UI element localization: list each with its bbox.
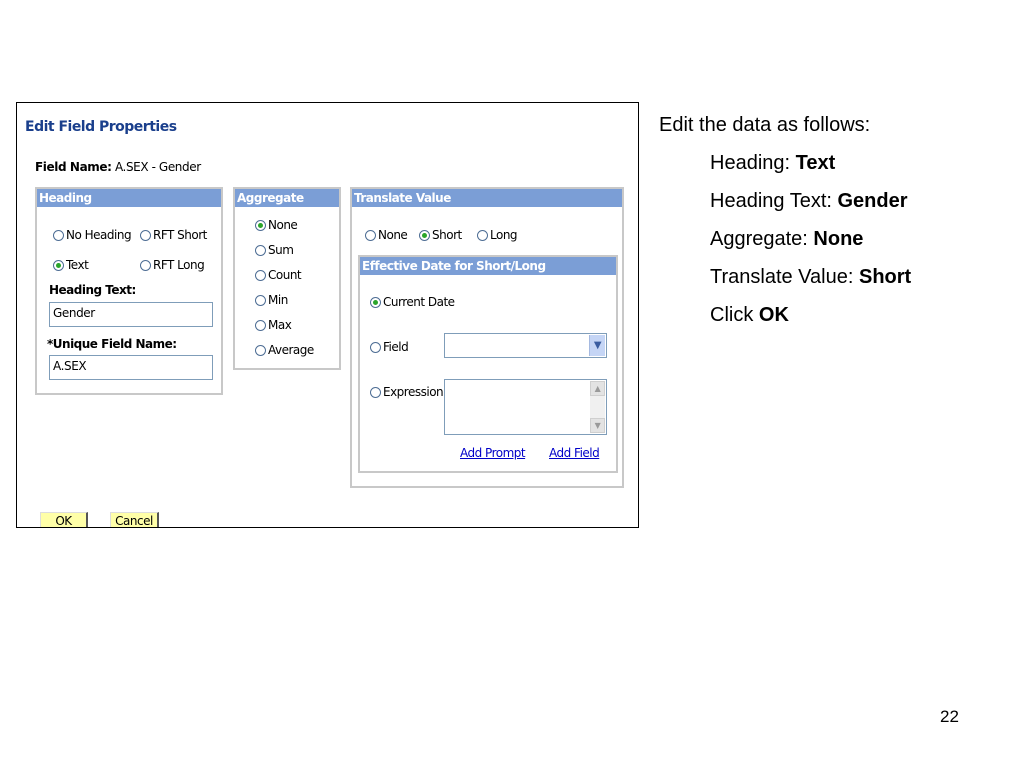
field-name-label: Field Name: [35, 160, 112, 174]
instructions-intro: Edit the data as follows: [659, 114, 871, 136]
expression-textarea[interactable]: ▲ ▼ [444, 379, 607, 435]
aggregate-option-count[interactable]: Count [255, 268, 302, 282]
radio-icon[interactable] [53, 230, 64, 241]
expression-scrollbar[interactable]: ▲ ▼ [590, 381, 605, 433]
add-prompt-link[interactable]: Add Prompt [460, 446, 526, 460]
field-select[interactable]: ▼ [444, 333, 607, 358]
translate-option-long[interactable]: Long [477, 228, 518, 242]
option-label: None [268, 218, 298, 232]
option-label: Long [490, 228, 518, 242]
option-label: No Heading [66, 228, 132, 242]
instruction-aggregate: Aggregate: None [710, 228, 863, 251]
instruction-click-ok: Click OK [710, 304, 789, 327]
effective-option-expression[interactable]: Expression [370, 385, 444, 399]
dialog-title: Edit Field Properties [25, 119, 177, 135]
option-label: Sum [268, 243, 294, 257]
aggregate-option-min[interactable]: Min [255, 293, 288, 307]
heading-text-label: Heading Text: [49, 283, 136, 297]
instruction-value: Gender [837, 190, 908, 212]
instruction-value: Short [858, 266, 912, 288]
instruction-label: Click [710, 304, 754, 326]
aggregate-group-title: Aggregate [235, 189, 339, 207]
instruction-label: Heading Text: [710, 190, 832, 212]
radio-icon[interactable] [140, 260, 151, 271]
option-label: Expression [383, 385, 444, 399]
radio-icon[interactable] [370, 387, 381, 398]
unique-field-input[interactable]: A.SEX [49, 355, 213, 380]
heading-option-no-heading[interactable]: No Heading [53, 228, 132, 242]
translate-value-group: Translate Value None Short Long Effectiv… [350, 187, 624, 488]
option-label: Short [432, 228, 462, 242]
radio-icon[interactable] [477, 230, 488, 241]
scroll-down-icon[interactable]: ▼ [590, 418, 605, 433]
radio-icon[interactable] [255, 245, 266, 256]
radio-icon[interactable] [140, 230, 151, 241]
dialog-screenshot: Edit Field Properties Field Name: A.SEX … [16, 102, 639, 528]
aggregate-option-none[interactable]: None [255, 218, 298, 232]
aggregate-group: Aggregate None Sum Count Min Max Average [233, 187, 341, 370]
instruction-value: OK [758, 304, 789, 326]
option-label: Min [268, 293, 288, 307]
instruction-heading: Heading: Text [710, 152, 835, 175]
heading-group: Heading No Heading RFT Short Text RFT Lo… [35, 187, 223, 395]
instruction-label: Heading: [710, 152, 791, 174]
instruction-value: Text [795, 152, 836, 174]
radio-selected-icon[interactable] [419, 230, 430, 241]
aggregate-option-average[interactable]: Average [255, 343, 314, 357]
scroll-up-icon[interactable]: ▲ [590, 381, 605, 396]
field-name: Field Name: A.SEX - Gender [35, 160, 201, 174]
option-label: Field [383, 340, 409, 354]
ok-button[interactable]: OK [40, 512, 88, 527]
heading-text-input[interactable]: Gender [49, 302, 213, 327]
radio-icon[interactable] [255, 295, 266, 306]
heading-option-rft-short[interactable]: RFT Short [140, 228, 207, 242]
option-label: Current Date [383, 295, 455, 309]
unique-field-label: *Unique Field Name: [47, 337, 177, 351]
radio-icon[interactable] [365, 230, 376, 241]
option-label: Count [268, 268, 302, 282]
option-label: Text [66, 258, 89, 272]
radio-selected-icon[interactable] [53, 260, 64, 271]
field-name-value: A.SEX - Gender [114, 160, 201, 174]
radio-selected-icon[interactable] [370, 297, 381, 308]
heading-option-text[interactable]: Text [53, 258, 89, 272]
effective-option-current-date[interactable]: Current Date [370, 295, 455, 309]
effective-date-group: Effective Date for Short/Long Current Da… [358, 255, 618, 473]
radio-selected-icon[interactable] [255, 220, 266, 231]
radio-icon[interactable] [255, 320, 266, 331]
add-field-link[interactable]: Add Field [549, 446, 600, 460]
instruction-value: None [813, 228, 864, 250]
option-label: None [378, 228, 408, 242]
page-number: 22 [940, 707, 959, 726]
radio-icon[interactable] [255, 345, 266, 356]
radio-icon[interactable] [370, 342, 381, 353]
option-label: RFT Short [153, 228, 207, 242]
option-label: Average [268, 343, 314, 357]
instruction-heading-text: Heading Text: Gender [710, 190, 908, 213]
translate-value-group-title: Translate Value [352, 189, 622, 207]
chevron-down-icon[interactable]: ▼ [589, 335, 605, 356]
effective-date-group-title: Effective Date for Short/Long [360, 257, 616, 275]
instruction-label: Aggregate: [710, 228, 808, 250]
translate-option-short[interactable]: Short [419, 228, 462, 242]
heading-group-title: Heading [37, 189, 221, 207]
effective-option-field[interactable]: Field [370, 340, 409, 354]
option-label: Max [268, 318, 292, 332]
instruction-label: Translate Value: [710, 266, 854, 288]
aggregate-option-max[interactable]: Max [255, 318, 292, 332]
radio-icon[interactable] [255, 270, 266, 281]
option-label: RFT Long [153, 258, 205, 272]
translate-option-none[interactable]: None [365, 228, 408, 242]
cancel-button[interactable]: Cancel [110, 512, 159, 527]
heading-option-rft-long[interactable]: RFT Long [140, 258, 205, 272]
aggregate-option-sum[interactable]: Sum [255, 243, 294, 257]
instruction-translate-value: Translate Value: Short [710, 266, 911, 289]
